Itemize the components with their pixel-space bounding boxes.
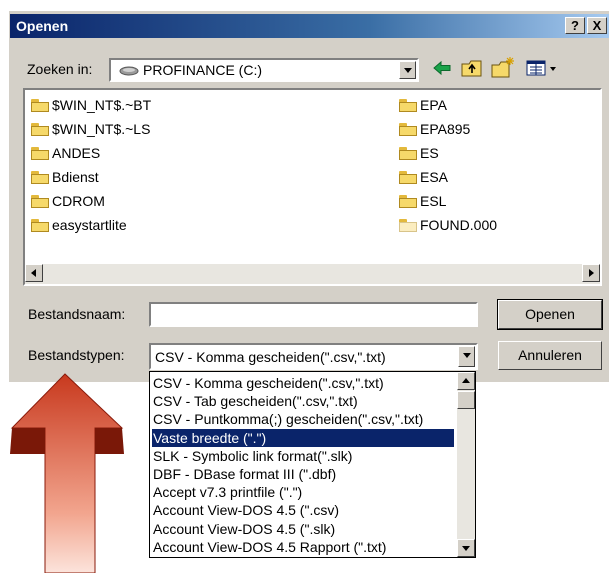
folder-icon [31, 123, 49, 136]
list-item[interactable]: FOUND.000 [399, 215, 497, 235]
file-name: ESL [420, 193, 447, 209]
right-arrow-icon [589, 269, 594, 277]
file-list[interactable]: $WIN_NT$.~BT $WIN_NT$.~LS ANDES Bdienst … [23, 88, 602, 286]
dropdown-option[interactable]: Account View-DOS 4.5 (".slk) [152, 520, 454, 538]
list-item[interactable]: EPA [399, 95, 447, 115]
red-pointer-arrow [10, 373, 124, 573]
file-name: easystartlite [52, 217, 127, 233]
filetype-dropdown-list[interactable]: CSV - Komma gescheiden(".csv,".txt) CSV -… [149, 371, 476, 558]
open-button[interactable]: Openen [497, 299, 603, 330]
drive-icon [119, 66, 139, 76]
lookin-label: Zoeken in: [27, 61, 93, 77]
up-arrow-icon [462, 378, 470, 383]
folder-icon [399, 147, 417, 160]
scroll-up-button[interactable] [457, 372, 475, 390]
filetype-label: Bestandstypen: [28, 347, 125, 363]
help-button[interactable]: ? [565, 17, 585, 34]
folder-icon [399, 99, 417, 112]
back-arrow-icon[interactable] [432, 60, 452, 76]
title-bar: Openen ? X [10, 14, 609, 38]
file-name: CDROM [52, 193, 105, 209]
dropdown-option[interactable]: Account View-DOS 4.5 Rapport (".txt) [152, 538, 454, 556]
list-item[interactable]: $WIN_NT$.~BT [31, 95, 151, 115]
list-item[interactable]: ESA [399, 167, 448, 187]
filename-input[interactable] [149, 302, 478, 327]
filetype-combo[interactable]: CSV - Komma gescheiden(".csv,".txt) [149, 343, 478, 370]
folder-icon [399, 123, 417, 136]
dropdown-option[interactable]: Accept v7.3 printfile (".") [152, 483, 454, 501]
dropdown-option[interactable]: Account View-DOS 4.5 (".csv) [152, 501, 454, 519]
dropdown-option[interactable]: CSV - Puntkomma(;) gescheiden(".csv,".tx… [152, 410, 454, 428]
lookin-value: PROFINANCE (C:) [143, 62, 262, 78]
list-item[interactable]: $WIN_NT$.~LS [31, 119, 150, 139]
file-name: EPA [420, 97, 447, 113]
left-arrow-icon [31, 269, 36, 277]
list-item[interactable]: EPA895 [399, 119, 470, 139]
lookin-dropdown-button[interactable] [399, 61, 416, 79]
file-name: ES [420, 145, 439, 161]
folder-icon [31, 99, 49, 112]
dropdown-option[interactable]: CSV - Komma gescheiden(".csv,".txt) [152, 374, 454, 392]
window-title: Openen [16, 18, 69, 34]
dropdown-option[interactable]: SLK - Symbolic link format(".slk) [152, 447, 454, 465]
lookin-combo[interactable]: PROFINANCE (C:) [109, 58, 419, 82]
filetype-dropdown-button[interactable] [458, 346, 475, 367]
folder-icon [399, 219, 417, 232]
close-button[interactable]: X [587, 17, 607, 34]
folder-icon [31, 219, 49, 232]
list-item[interactable]: easystartlite [31, 215, 127, 235]
list-item[interactable]: ESL [399, 191, 446, 211]
scroll-thumb[interactable] [457, 391, 475, 409]
file-name: EPA895 [420, 121, 471, 137]
dropdown-scrollbar[interactable] [457, 372, 475, 557]
scroll-down-button[interactable] [457, 539, 475, 557]
list-item[interactable]: ANDES [31, 143, 100, 163]
down-arrow-icon [462, 546, 470, 551]
dropdown-option[interactable]: Vaste breedte (".") [152, 428, 454, 447]
filename-label: Bestandsnaam: [28, 306, 126, 322]
cancel-button[interactable]: Annuleren [498, 341, 602, 370]
list-item[interactable]: CDROM [31, 191, 105, 211]
file-name: FOUND.000 [420, 217, 498, 233]
scroll-left-button[interactable] [25, 264, 43, 282]
folder-icon [399, 171, 417, 184]
file-name: ESA [420, 169, 449, 185]
file-name: Bdienst [52, 169, 99, 185]
folder-icon [31, 171, 49, 184]
list-item[interactable]: Bdienst [31, 167, 99, 187]
file-name: ANDES [52, 145, 101, 161]
horizontal-scrollbar[interactable] [25, 264, 600, 284]
view-menu-icon[interactable] [526, 60, 560, 76]
list-item[interactable]: ES [399, 143, 439, 163]
dropdown-option[interactable]: CSV - Tab gescheiden(".csv,".txt) [152, 392, 454, 410]
folder-icon [399, 195, 417, 208]
dropdown-option[interactable]: DBF - DBase format III (".dbf) [152, 465, 454, 483]
filetype-value: CSV - Komma gescheiden(".csv,".txt) [155, 349, 386, 365]
up-folder-icon[interactable] [461, 58, 483, 78]
file-name: $WIN_NT$.~LS [52, 121, 151, 137]
new-folder-icon[interactable] [491, 56, 515, 78]
folder-icon [31, 147, 49, 160]
scroll-right-button[interactable] [582, 264, 600, 282]
folder-icon [31, 195, 49, 208]
file-name: $WIN_NT$.~BT [52, 97, 152, 113]
